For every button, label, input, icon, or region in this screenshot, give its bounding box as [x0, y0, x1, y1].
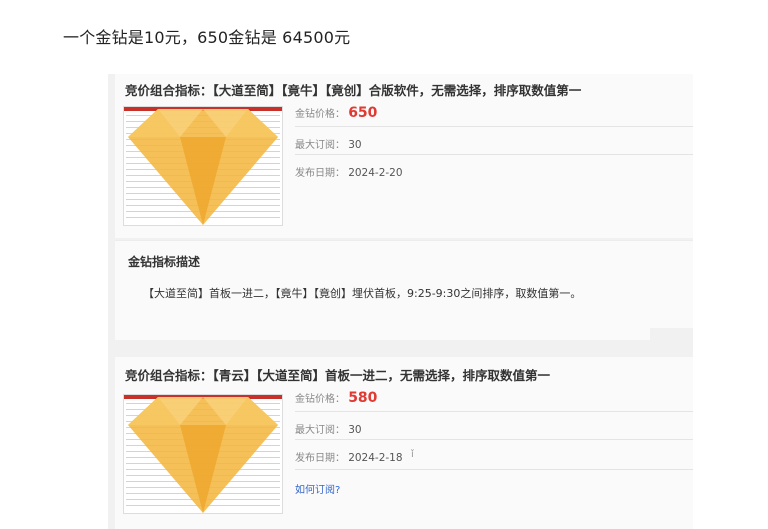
how-to-subscribe-link[interactable]: 如何订阅?: [295, 485, 340, 496]
date-row: 发布日期： 2024-2-18: [295, 449, 403, 464]
max-sub-value: 30: [348, 424, 362, 436]
max-sub-label: 最大订阅：: [295, 425, 345, 436]
gap-bar: [115, 328, 650, 340]
description-section: 金钻指标描述 【大道至简】首板一进二，【竟牛】【竟创】埋伏首板，9:25-9:3…: [115, 240, 693, 329]
software-thumbnail[interactable]: [123, 106, 283, 226]
software-thumbnail[interactable]: [123, 394, 283, 514]
price-value: 580: [348, 390, 378, 406]
indicator-card: 竞价组合指标：【青云】【大道至简】首板一进二，无需选择，排序取数值第一 金钻价格…: [115, 357, 693, 529]
price-value: 650: [348, 105, 378, 121]
date-row: 发布日期： 2024-2-20: [295, 164, 403, 179]
date-label: 发布日期：: [295, 453, 345, 464]
date-value: 2024-2-20: [348, 167, 403, 179]
divider: [295, 411, 693, 412]
description-title: 金钻指标描述: [128, 255, 201, 269]
divider: [295, 126, 693, 127]
divider: [295, 469, 693, 470]
diamond-icon: [128, 397, 278, 513]
max-sub-row: 最大订阅： 30: [295, 421, 362, 436]
price-label: 金钻价格：: [295, 394, 345, 405]
subscribe-row: 如何订阅?: [295, 481, 340, 496]
max-sub-value: 30: [348, 139, 362, 151]
cursor-mark: ǐ: [411, 449, 414, 460]
card-title[interactable]: 竞价组合指标：【青云】【大道至简】首板一进二，无需选择，排序取数值第一: [125, 365, 550, 384]
price-row: 金钻价格： 580: [295, 390, 377, 406]
divider: [295, 439, 693, 440]
section-gap: [108, 328, 693, 357]
card-title[interactable]: 竞价组合指标：【大道至简】【竟牛】【竟创】合版软件，无需选择，排序取数值第一: [125, 80, 581, 99]
screenshot-panel: 竞价组合指标：【大道至简】【竟牛】【竟创】合版软件，无需选择，排序取数值第一 金…: [108, 74, 693, 529]
price-label: 金钻价格：: [295, 109, 345, 120]
headline: 一个金钻是10元，650金钻是 64500元: [63, 28, 351, 47]
indicator-card: 竞价组合指标：【大道至简】【竟牛】【竟创】合版软件，无需选择，排序取数值第一 金…: [115, 74, 693, 238]
diamond-icon: [128, 109, 278, 225]
max-sub-label: 最大订阅：: [295, 140, 345, 151]
divider: [295, 154, 693, 155]
date-value: 2024-2-18: [348, 452, 403, 464]
price-row: 金钻价格： 650: [295, 105, 377, 121]
max-sub-row: 最大订阅： 30: [295, 136, 362, 151]
description-text: 【大道至简】首板一进二，【竟牛】【竟创】埋伏首板，9:25-9:30之间排序，取…: [143, 287, 582, 300]
date-label: 发布日期：: [295, 168, 345, 179]
